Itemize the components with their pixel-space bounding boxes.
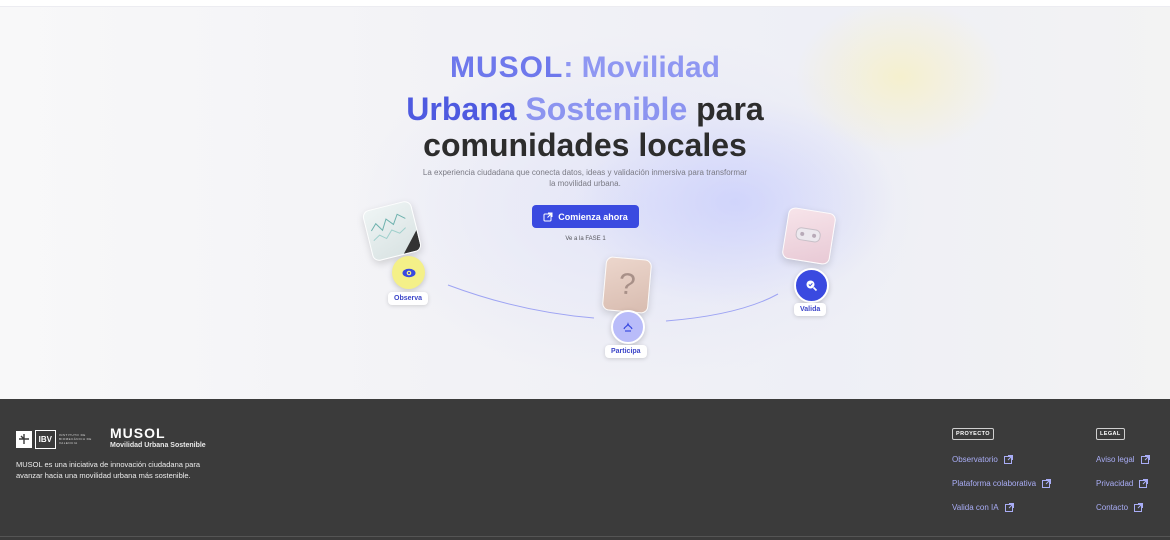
hero-section: MUSOL: Movilidad Urbana Sostenible para … — [0, 7, 1170, 399]
participa-node[interactable] — [611, 310, 645, 344]
hands-icon — [623, 322, 633, 332]
external-link-icon — [1134, 503, 1144, 512]
external-link-icon — [1139, 479, 1149, 488]
link-label: Valida con IA — [952, 503, 999, 512]
external-link-icon — [1004, 503, 1014, 512]
ibv-label: IBV — [34, 429, 56, 449]
footer-divider — [0, 536, 1170, 537]
privacidad-link[interactable]: Privacidad — [1096, 479, 1149, 488]
valida-card-image — [781, 206, 837, 266]
ibv-logo[interactable]: IBV INSTITUTO DE BIOMECÁNICA DE VALENCIA — [16, 429, 96, 449]
observatorio-link[interactable]: Observatorio — [952, 455, 1013, 464]
participa-card-image: ? — [601, 256, 653, 314]
search-check-icon — [806, 280, 818, 292]
link-label: Observatorio — [952, 455, 998, 464]
valida-node[interactable] — [794, 268, 829, 303]
eye-icon — [402, 268, 415, 277]
external-link-icon — [1042, 479, 1052, 488]
phase-label-observa[interactable]: Observa — [388, 292, 429, 305]
link-label: Aviso legal — [1096, 455, 1135, 464]
footer-description: MUSOL es una iniciativa de innovación ci… — [16, 460, 201, 480]
site-footer: IBV INSTITUTO DE BIOMECÁNICA DE VALENCIA… — [0, 399, 1170, 540]
vr-headset-thumbnail-icon — [795, 227, 821, 243]
musol-logo[interactable]: MUSOL — [110, 425, 166, 441]
ibv-institute-text: INSTITUTO DE BIOMECÁNICA DE VALENCIA — [58, 433, 92, 445]
chart-thumbnail-icon — [370, 213, 422, 254]
link-label: Contacto — [1096, 503, 1129, 512]
aviso-legal-link[interactable]: Aviso legal — [1096, 455, 1150, 464]
ibv-symbol-icon — [16, 430, 32, 448]
phase-label-valida[interactable]: Valida — [794, 303, 827, 316]
phase-label-participa[interactable]: Participa — [605, 345, 647, 358]
top-bar — [0, 0, 1170, 7]
phase-connector-arc — [447, 284, 779, 322]
contacto-link[interactable]: Contacto — [1096, 503, 1144, 512]
link-label: Plataforma colaborativa — [952, 479, 1037, 488]
legal-heading: LEGAL — [1096, 428, 1125, 440]
plataforma-colaborativa-link[interactable]: Plataforma colaborativa — [952, 479, 1052, 488]
external-link-icon — [1003, 455, 1013, 464]
external-link-icon — [1140, 455, 1150, 464]
valida-con-ia-link[interactable]: Valida con IA — [952, 503, 1014, 512]
link-label: Privacidad — [1096, 479, 1134, 488]
question-mark-icon: ? — [617, 267, 637, 302]
musol-subtitle: Movilidad Urbana Sostenible — [110, 442, 206, 449]
proyecto-heading: PROYECTO — [952, 428, 994, 440]
observa-node[interactable] — [392, 256, 425, 289]
